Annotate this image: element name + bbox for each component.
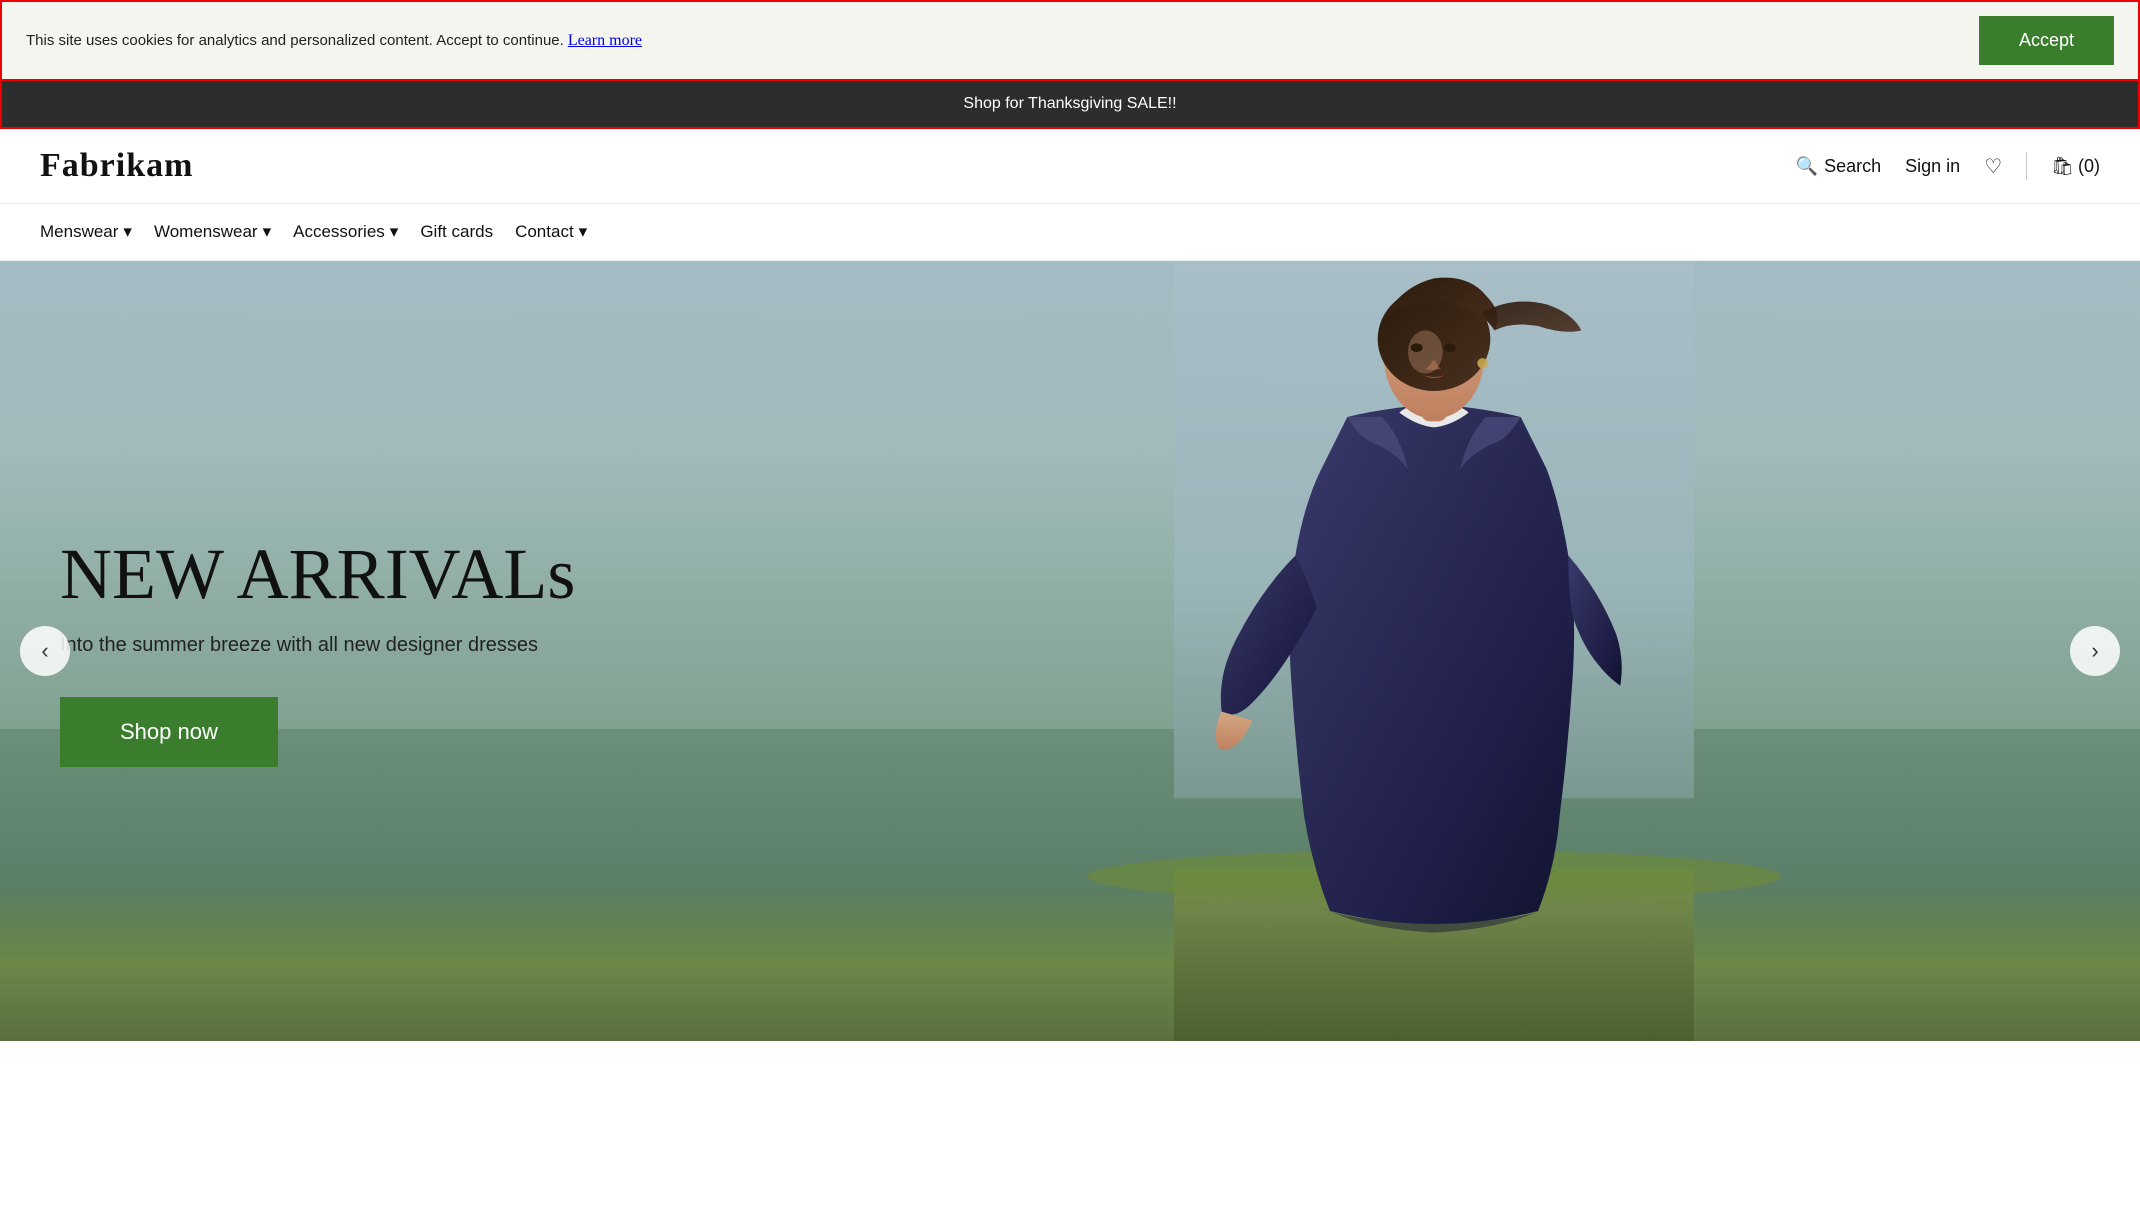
wishlist-button[interactable]: ♡ bbox=[1984, 154, 2002, 179]
nav-item-accessories[interactable]: Accessories ▾ bbox=[293, 214, 420, 250]
cookie-text: This site uses cookies for analytics and… bbox=[26, 32, 564, 49]
cart-count: (0) bbox=[2078, 156, 2100, 177]
chevron-down-icon: ▾ bbox=[390, 222, 399, 242]
learn-more-link[interactable]: Learn more bbox=[568, 32, 642, 49]
chevron-down-icon: ▾ bbox=[263, 222, 272, 242]
nav-label-contact: Contact bbox=[515, 222, 574, 242]
main-nav: Menswear ▾ Womenswear ▾ Accessories ▾ Gi… bbox=[0, 204, 2140, 261]
nav-label-accessories: Accessories bbox=[293, 222, 385, 242]
carousel-next-button[interactable]: › bbox=[2070, 626, 2120, 676]
nav-item-contact[interactable]: Contact ▾ bbox=[515, 214, 609, 250]
chevron-left-icon: ‹ bbox=[41, 638, 48, 664]
header-actions: 🔍 Search Sign in ♡ 🛍 (0) bbox=[1796, 152, 2100, 180]
chevron-down-icon: ▾ bbox=[123, 222, 132, 242]
accept-button[interactable]: Accept bbox=[1979, 16, 2114, 65]
sale-banner-text: Shop for Thanksgiving SALE!! bbox=[963, 95, 1176, 112]
search-icon: 🔍 bbox=[1796, 156, 1818, 177]
hero-section: NEW ARRIVALs Into the summer breeze with… bbox=[0, 261, 2140, 1041]
chevron-down-icon: ▾ bbox=[579, 222, 588, 242]
nav-item-womenswear[interactable]: Womenswear ▾ bbox=[154, 214, 293, 250]
nav-item-menswear[interactable]: Menswear ▾ bbox=[40, 214, 154, 250]
chevron-right-icon: › bbox=[2091, 638, 2098, 664]
cookie-banner: This site uses cookies for analytics and… bbox=[0, 0, 2140, 81]
heart-icon: ♡ bbox=[1984, 156, 2002, 178]
cart-button[interactable]: 🛍 (0) bbox=[2051, 156, 2100, 177]
header: Fabrikam 🔍 Search Sign in ♡ 🛍 (0) bbox=[0, 129, 2140, 204]
carousel-prev-button[interactable]: ‹ bbox=[20, 626, 70, 676]
hero-model-figure bbox=[899, 261, 1969, 1041]
search-button[interactable]: 🔍 Search bbox=[1796, 156, 1881, 177]
shop-now-button[interactable]: Shop now bbox=[60, 697, 278, 767]
hero-title: NEW ARRIVALs bbox=[60, 535, 575, 614]
signin-button[interactable]: Sign in bbox=[1905, 156, 1960, 177]
nav-label-menswear: Menswear bbox=[40, 222, 118, 242]
header-divider bbox=[2026, 152, 2027, 180]
nav-label-giftcards: Gift cards bbox=[420, 222, 493, 242]
nav-item-giftcards[interactable]: Gift cards bbox=[420, 214, 515, 250]
logo[interactable]: Fabrikam bbox=[40, 147, 193, 185]
search-label: Search bbox=[1824, 156, 1881, 177]
sale-banner: Shop for Thanksgiving SALE!! bbox=[0, 81, 2140, 129]
nav-label-womenswear: Womenswear bbox=[154, 222, 258, 242]
cookie-message: This site uses cookies for analytics and… bbox=[26, 32, 642, 50]
hero-subtitle: Into the summer breeze with all new desi… bbox=[60, 634, 575, 657]
cart-icon: 🛍 bbox=[2051, 156, 2074, 177]
hero-content: NEW ARRIVALs Into the summer breeze with… bbox=[0, 535, 635, 767]
